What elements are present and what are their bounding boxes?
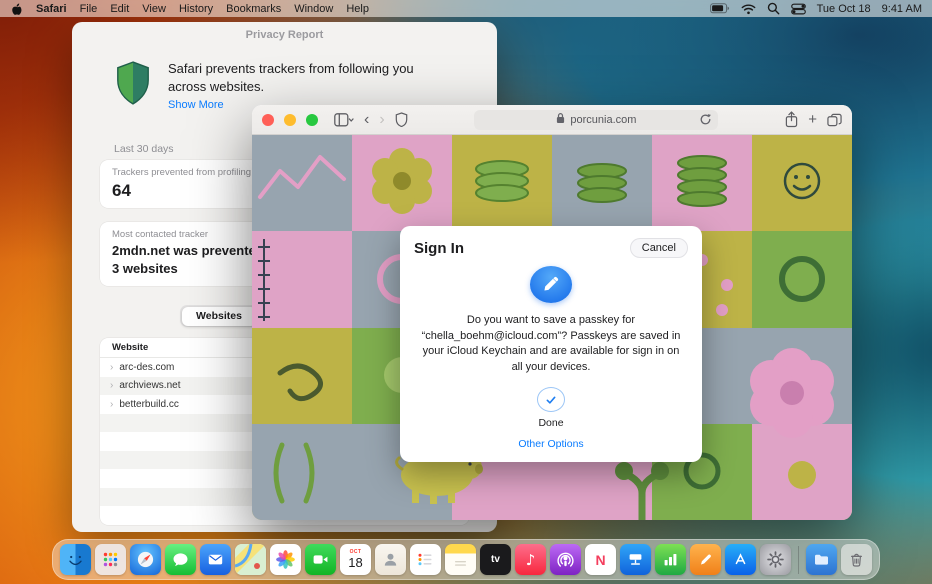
safari-window: ‹ › porcunia.com	[252, 105, 852, 520]
dock-item-app-store[interactable]	[725, 544, 756, 575]
active-app-name[interactable]: Safari	[36, 3, 67, 15]
disclosure-chevron-icon: ›	[110, 380, 113, 391]
disclosure-chevron-icon: ›	[110, 399, 113, 410]
privacy-shield-icon	[114, 60, 152, 113]
safari-toolbar: ‹ › porcunia.com	[252, 105, 852, 135]
close-button[interactable]	[262, 114, 274, 126]
dock-item-calendar[interactable]: OCT18	[340, 544, 371, 575]
tv-glyph: tv	[491, 554, 500, 565]
sidebar-icon[interactable]	[334, 113, 354, 127]
address-bar[interactable]: porcunia.com	[474, 110, 718, 130]
other-options-link[interactable]: Other Options	[518, 438, 583, 450]
dock-separator	[798, 546, 799, 574]
dock-item-mail[interactable]	[200, 544, 231, 575]
dock-item-reminders[interactable]	[410, 544, 441, 575]
privacy-headline: Safari prevents trackers from following …	[168, 60, 436, 95]
calendar-day: 18	[348, 556, 362, 569]
done-check-icon[interactable]	[537, 387, 565, 412]
dock-item-safari[interactable]	[130, 544, 161, 575]
cancel-button[interactable]: Cancel	[630, 238, 688, 258]
dock-item-music[interactable]: ♪	[515, 544, 546, 575]
passkey-icon	[530, 266, 572, 303]
dialog-title: Sign In	[414, 240, 464, 257]
dock-item-downloads[interactable]	[806, 544, 837, 575]
menu-bar-date[interactable]: Tue Oct 18	[817, 3, 871, 15]
address-text: porcunia.com	[570, 114, 636, 126]
menu-help[interactable]: Help	[346, 3, 369, 15]
dock-item-podcasts[interactable]	[550, 544, 581, 575]
menu-edit[interactable]: Edit	[110, 3, 129, 15]
lock-icon	[556, 112, 565, 127]
dock-item-photos[interactable]	[270, 544, 301, 575]
reload-icon[interactable]	[699, 113, 712, 129]
website-name: archviews.net	[119, 380, 180, 391]
privacy-shield-toolbar-icon[interactable]	[395, 112, 408, 127]
menu-file[interactable]: File	[80, 3, 98, 15]
dock-item-tv[interactable]: tv	[480, 544, 511, 575]
apple-menu-icon[interactable]	[10, 2, 23, 16]
battery-icon[interactable]	[710, 3, 730, 14]
dock-item-launchpad[interactable]	[95, 544, 126, 575]
menu-history[interactable]: History	[179, 3, 213, 15]
menu-bar-time[interactable]: 9:41 AM	[882, 3, 922, 15]
dock-item-trash[interactable]	[841, 544, 872, 575]
news-glyph: N	[595, 552, 605, 568]
privacy-window-title: Privacy Report	[246, 29, 324, 41]
website-name: arc-des.com	[119, 362, 174, 373]
control-center-icon[interactable]	[791, 3, 806, 15]
dock-item-pages[interactable]	[690, 544, 721, 575]
website-name: betterbuild.cc	[119, 399, 178, 410]
zoom-button[interactable]	[306, 114, 318, 126]
desktop: Safari File Edit View History Bookmarks …	[0, 0, 932, 584]
disclosure-chevron-icon: ›	[110, 362, 113, 373]
menu-window[interactable]: Window	[294, 3, 333, 15]
period-label: Last 30 days	[114, 143, 174, 155]
menu-view[interactable]: View	[142, 3, 166, 15]
sign-in-dialog: Sign In Cancel Do you want to save a pas…	[400, 226, 702, 462]
column-website: Website	[112, 342, 148, 353]
dock-item-keynote[interactable]	[620, 544, 651, 575]
music-note-glyph: ♪	[526, 551, 536, 569]
dock-item-numbers[interactable]	[655, 544, 686, 575]
show-more-link[interactable]: Show More	[168, 99, 224, 111]
menu-bar: Safari File Edit View History Bookmarks …	[0, 0, 932, 17]
share-icon[interactable]	[785, 111, 798, 128]
privacy-window-titlebar[interactable]: Privacy Report	[72, 22, 497, 48]
dock-item-messages[interactable]	[165, 544, 196, 575]
dock-item-notes[interactable]	[445, 544, 476, 575]
tab-websites[interactable]: Websites	[182, 307, 257, 326]
dock-item-system-settings[interactable]	[760, 544, 791, 575]
dock-item-maps[interactable]	[235, 544, 266, 575]
dock-item-finder[interactable]	[60, 544, 91, 575]
dock-item-contacts[interactable]	[375, 544, 406, 575]
new-tab-icon[interactable]: +	[808, 112, 817, 127]
webpage-content: Sign In Cancel Do you want to save a pas…	[252, 135, 852, 520]
dock: OCT18 tv ♪ N	[52, 539, 880, 580]
dialog-body-text: Do you want to save a passkey for “chell…	[420, 313, 682, 377]
menu-bookmarks[interactable]: Bookmarks	[226, 3, 281, 15]
dock-item-news[interactable]: N	[585, 544, 616, 575]
wifi-icon[interactable]	[741, 3, 756, 15]
forward-icon[interactable]: ›	[379, 112, 384, 128]
minimize-button[interactable]	[284, 114, 296, 126]
tab-overview-icon[interactable]	[827, 113, 842, 127]
search-icon[interactable]	[767, 2, 780, 15]
done-label: Done	[538, 417, 563, 429]
back-icon[interactable]: ‹	[364, 112, 369, 128]
dock-item-facetime[interactable]	[305, 544, 336, 575]
